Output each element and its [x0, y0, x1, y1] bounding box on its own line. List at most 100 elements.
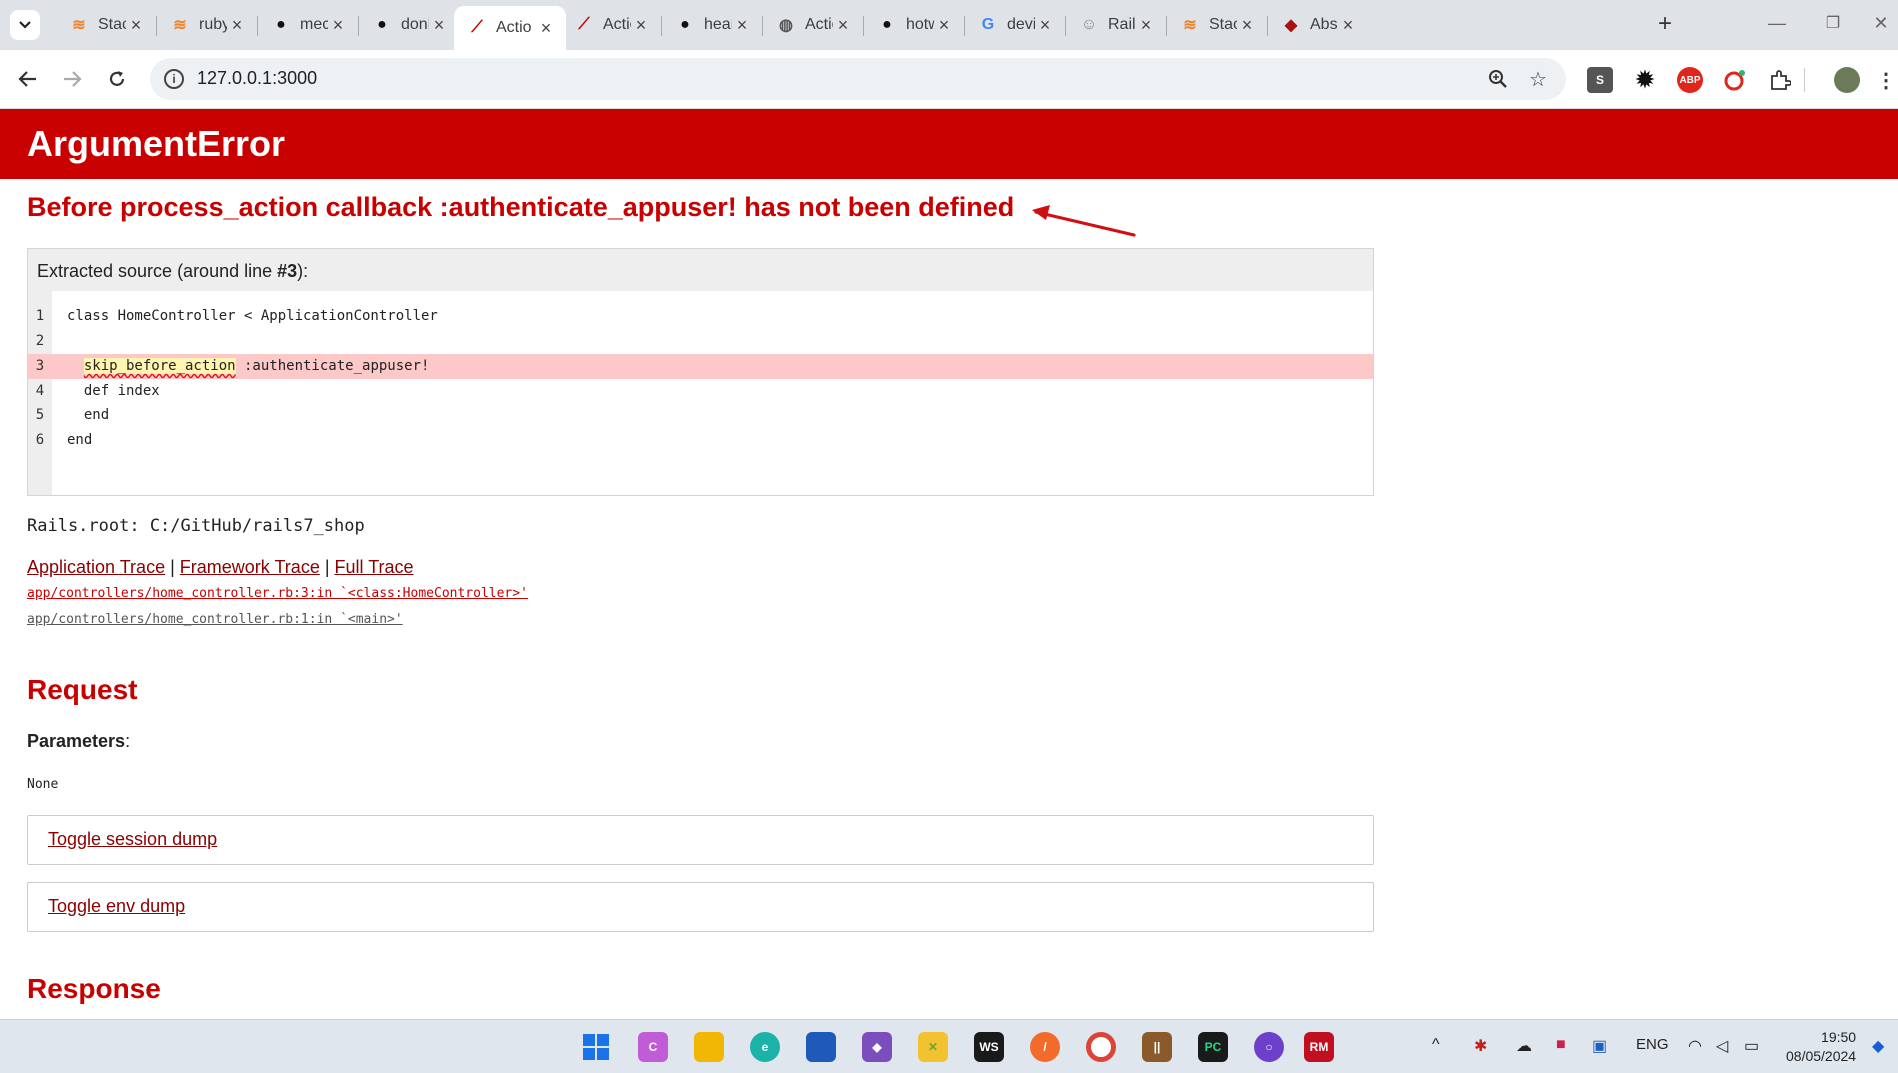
notification-bell-icon[interactable]: ◆: [1872, 1036, 1884, 1056]
tab[interactable]: ≋ ruby ×: [157, 6, 257, 44]
pycharm-icon[interactable]: PC: [1198, 1032, 1228, 1062]
tab[interactable]: ● heart×: [662, 6, 762, 44]
extension-s-icon[interactable]: S: [1587, 67, 1613, 93]
tab[interactable]: ● mech×: [258, 6, 358, 44]
tray-chevron-icon[interactable]: ^: [1432, 1036, 1440, 1054]
application-trace-link[interactable]: Application Trace: [27, 557, 165, 577]
tab-close-icon[interactable]: ×: [1338, 15, 1358, 36]
visual-studio-icon[interactable]: ◆: [862, 1032, 892, 1062]
postman-icon[interactable]: /: [1030, 1032, 1060, 1062]
close-window-icon[interactable]: ✕: [1866, 13, 1896, 34]
parameters-label: Parameters:: [27, 731, 130, 752]
restore-icon[interactable]: ❐: [1818, 13, 1848, 33]
url-text[interactable]: 127.0.0.1:3000: [197, 68, 317, 89]
extension-sun-icon[interactable]: ✹: [1632, 67, 1658, 93]
tab-close-icon[interactable]: ×: [1237, 15, 1257, 36]
parameters-label-text: Parameters: [27, 731, 126, 751]
tab-search-button[interactable]: [10, 10, 40, 40]
copilot-icon[interactable]: C: [638, 1032, 668, 1062]
trace-line[interactable]: app/controllers/home_controller.rb:3:in …: [27, 586, 528, 601]
books-icon[interactable]: ||: [1142, 1032, 1172, 1062]
tab-close-icon[interactable]: ×: [934, 15, 954, 36]
tab-close-icon[interactable]: ×: [631, 15, 651, 36]
zoom-icon[interactable]: [1486, 67, 1510, 91]
tray-cube-icon[interactable]: ■: [1556, 1036, 1566, 1054]
trace-line[interactable]: app/controllers/home_controller.rb:1:in …: [27, 612, 403, 627]
tab-close-icon[interactable]: ×: [126, 15, 146, 36]
tab-close-icon[interactable]: ×: [833, 15, 853, 36]
browser-toolbar: i 127.0.0.1:3000 ☆: [0, 50, 1898, 109]
tab-close-icon[interactable]: ×: [328, 15, 348, 36]
chrome-icon[interactable]: [1086, 1032, 1116, 1062]
address-bar[interactable]: i 127.0.0.1:3000 ☆: [150, 58, 1566, 100]
github-desktop-icon[interactable]: ○: [1254, 1032, 1284, 1062]
tab-title: donh: [401, 16, 429, 33]
source-line: 4 def index: [28, 379, 1373, 404]
reload-button[interactable]: [102, 64, 132, 94]
tab-close-icon[interactable]: ×: [732, 15, 752, 36]
tab[interactable]: ≋ Stack×: [1167, 6, 1267, 44]
menu-kebab-icon[interactable]: ⋮: [1876, 67, 1896, 93]
tab[interactable]: ● donh×: [359, 6, 459, 44]
start-windows-icon[interactable]: [581, 1032, 611, 1062]
tab[interactable]: ● hotw×: [864, 6, 964, 44]
error-message: Before process_action callback :authenti…: [27, 192, 1015, 222]
edge-icon[interactable]: e: [750, 1032, 780, 1062]
chevron-down-icon: [19, 21, 31, 29]
toggle-env-dump-link[interactable]: Toggle env dump: [48, 896, 185, 916]
tab-title: mech: [300, 16, 328, 33]
tab[interactable]: ⟋ Actio×: [561, 6, 661, 44]
full-trace-link[interactable]: Full Trace: [335, 557, 414, 577]
tab-title: devis: [1007, 16, 1035, 33]
webstorm-icon[interactable]: WS: [974, 1032, 1004, 1062]
stackoverflow-icon: ≋: [1183, 17, 1197, 34]
battery-icon[interactable]: ▭: [1744, 1036, 1759, 1056]
profile-avatar[interactable]: [1834, 67, 1860, 93]
tab[interactable]: ⟋ Actio×: [454, 6, 566, 50]
site-info-icon[interactable]: i: [164, 69, 184, 89]
source-line: 3 skip_before_action :authenticate_appus…: [28, 354, 1373, 379]
framework-trace-link[interactable]: Framework Trace: [180, 557, 320, 577]
tray-bug-icon[interactable]: ✱: [1474, 1036, 1487, 1056]
tray-cloud-icon[interactable]: ☁: [1516, 1036, 1532, 1056]
tray-app-icon[interactable]: ▣: [1592, 1036, 1607, 1056]
tab-close-icon[interactable]: ×: [1035, 15, 1055, 36]
file-explorer-icon[interactable]: [694, 1032, 724, 1062]
line-number: 5: [35, 407, 45, 423]
toggle-session-dump-link[interactable]: Toggle session dump: [48, 829, 217, 849]
clock[interactable]: 19:50 08/05/2024: [1786, 1028, 1856, 1066]
tab[interactable]: ☺ Rails×: [1066, 6, 1166, 44]
tab[interactable]: ≋ Stack×: [56, 6, 156, 44]
back-button[interactable]: [13, 64, 43, 94]
tab-close-icon[interactable]: ×: [536, 18, 556, 39]
minimize-icon[interactable]: —: [1762, 13, 1792, 34]
tab[interactable]: Gdevis×: [965, 6, 1065, 44]
tab[interactable]: ◆ Abstr×: [1268, 6, 1368, 44]
line-number: 4: [35, 383, 45, 399]
globe-icon: ◍: [779, 17, 793, 34]
squiggle-word: skip_before_action: [83, 358, 236, 374]
stackoverflow-icon: ≋: [72, 17, 86, 34]
response-heading: Response: [27, 973, 161, 1004]
github-icon: ●: [680, 16, 690, 33]
wifi-icon[interactable]: ◠: [1688, 1036, 1702, 1056]
tab-close-icon[interactable]: ×: [227, 15, 247, 36]
extracted-source-box: Extracted source (around line #3): 1 clas…: [27, 248, 1374, 496]
bookmark-star-icon[interactable]: ☆: [1526, 67, 1550, 91]
tab-close-icon[interactable]: ×: [1136, 15, 1156, 36]
adblock-icon[interactable]: ABP: [1677, 67, 1703, 93]
tab[interactable]: ◍ Actio×: [763, 6, 863, 44]
store-icon[interactable]: [806, 1032, 836, 1062]
forward-button[interactable]: [57, 64, 87, 94]
source-line: 5 end: [28, 403, 1373, 428]
rubymine-icon[interactable]: RM: [1304, 1032, 1334, 1062]
stackoverflow-icon: ≋: [173, 17, 187, 34]
tool-icon[interactable]: ✕: [918, 1032, 948, 1062]
extension-ring-icon[interactable]: [1722, 67, 1748, 93]
windows-taskbar: C e ◆ ✕ WS / || PC ○ RM ^ ✱ ☁ ■ ▣ ENG ◠ …: [0, 1019, 1898, 1073]
volume-icon[interactable]: ◁: [1716, 1036, 1728, 1056]
language-indicator[interactable]: ENG: [1636, 1036, 1669, 1053]
new-tab-button[interactable]: +: [1652, 12, 1678, 38]
extensions-puzzle-icon[interactable]: [1767, 67, 1793, 93]
tab-close-icon[interactable]: ×: [429, 15, 449, 36]
